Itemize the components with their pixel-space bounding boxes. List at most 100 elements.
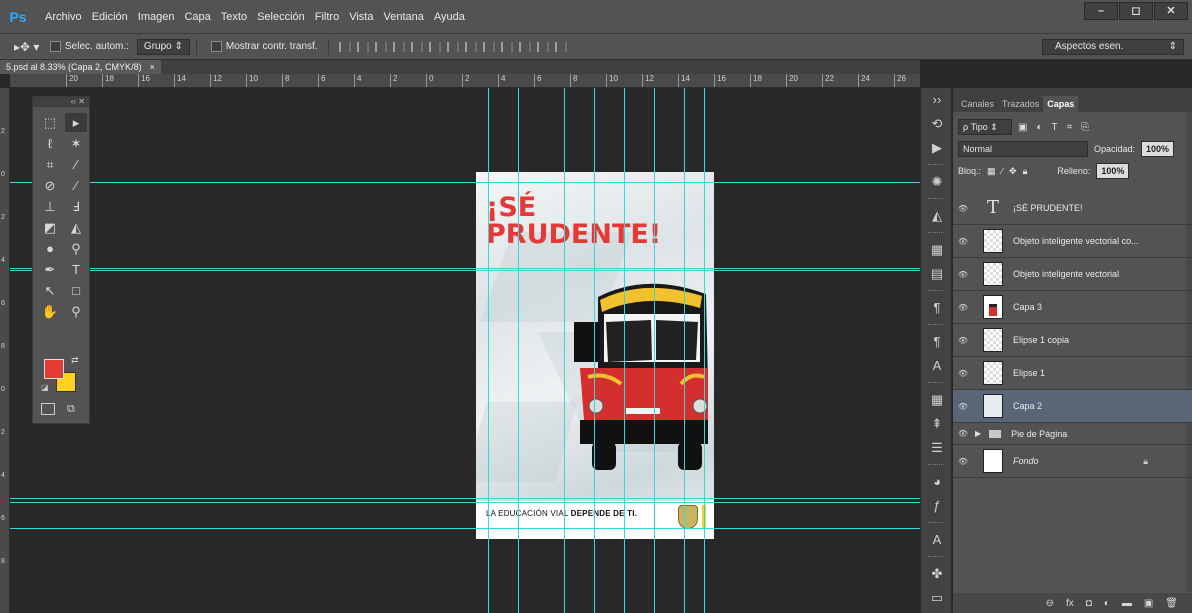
menu-capa[interactable]: Capa [179, 0, 215, 34]
hand-tool-icon[interactable]: ✋ [39, 302, 61, 321]
tab-canales[interactable]: Canales [957, 96, 998, 112]
vertical-guide[interactable] [684, 88, 685, 613]
rectangle-tool-icon[interactable]: □ [65, 281, 87, 300]
visibility-eye-icon[interactable]: 👁︎ [953, 237, 973, 246]
default-colors-icon[interactable]: ◪ [41, 383, 49, 392]
distribute-top-icon[interactable] [446, 41, 459, 52]
lock-transparent-icon[interactable]: ▦ [987, 166, 996, 177]
tools-panel-header[interactable]: ‹‹ ✕ [33, 97, 89, 107]
pen-tool-icon[interactable]: ✒ [39, 260, 61, 279]
menu-ventana[interactable]: Ventana [378, 0, 428, 34]
menu-vista[interactable]: Vista [344, 0, 378, 34]
vertical-guide[interactable] [704, 88, 705, 613]
layer-row[interactable]: 👁︎ Objeto inteligente vectorial [953, 258, 1192, 291]
timeline-panel-icon[interactable]: ▭ [921, 586, 953, 610]
horizontal-guide[interactable] [10, 268, 920, 269]
history-brush-tool-icon[interactable]: Ⅎ [65, 197, 87, 216]
layer-row[interactable]: 👁︎ Elipse 1 copia [953, 324, 1192, 357]
layer-row[interactable]: 👁︎ T ¡SÉ PRUDENTE! [953, 192, 1192, 225]
new-group-icon[interactable]: ▬ [1122, 598, 1132, 609]
layer-row[interactable]: 👁︎ Objeto inteligente vectorial co... [953, 225, 1192, 258]
close-button[interactable]: ✕ [1154, 2, 1188, 20]
layer-row[interactable]: 👁︎ Fondo 🔒︎ [953, 445, 1192, 478]
color-panel-icon[interactable]: ◕ [921, 470, 953, 494]
smart-object-filter-icon[interactable]: ⎘ [1081, 122, 1089, 133]
zoom-tool-icon[interactable]: ⚲ [65, 302, 87, 321]
move-tool-preset-icon[interactable]: ▸✥ ▾ [14, 40, 42, 54]
horizontal-guide[interactable] [10, 182, 920, 183]
vertical-guide[interactable] [624, 88, 625, 613]
auto-select-dropdown[interactable]: Grupo ⇕ [136, 38, 190, 55]
adjustment-filter-icon[interactable]: ◐ [1036, 122, 1042, 133]
properties-panel-icon[interactable]: ▦ [921, 238, 953, 262]
menu-imagen[interactable]: Imagen [133, 0, 180, 34]
menu-edicion[interactable]: Edición [87, 0, 133, 34]
document-tab[interactable]: 5.psd al 8.33% (Capa 2, CMYK/8) × [0, 60, 161, 74]
layer-row[interactable]: 👁︎ Capa 3 [953, 291, 1192, 324]
layer-filter-dropdown[interactable]: ρ Tipo ⇕ [958, 119, 1012, 135]
foreground-color-swatch[interactable] [44, 359, 64, 379]
magic-wand-tool-icon[interactable]: ✶ [65, 134, 87, 153]
blur-tool-icon[interactable]: ● [39, 239, 61, 258]
crop-tool-icon[interactable]: ⌗ [39, 155, 61, 174]
paragraph-panel-icon[interactable]: ¶ [921, 296, 953, 320]
vertical-guide[interactable] [518, 88, 519, 613]
align-left-icon[interactable] [392, 41, 405, 52]
styles-panel-icon[interactable]: ƒ [921, 494, 953, 518]
align-vcenter-icon[interactable] [356, 41, 369, 52]
brush-tool-icon[interactable]: ∕ [65, 176, 87, 195]
type-filter-icon[interactable]: T [1052, 122, 1058, 133]
minimize-button[interactable]: – [1084, 2, 1118, 20]
layer-mask-icon[interactable]: ◘ [1086, 598, 1092, 609]
vertical-guide[interactable] [654, 88, 655, 613]
horizontal-guide[interactable] [10, 270, 920, 271]
menu-seleccion[interactable]: Selección [252, 0, 310, 34]
type-tool-icon[interactable]: T [65, 260, 87, 279]
history-panel-icon[interactable]: ⟲ [921, 112, 953, 136]
distribute-left-icon[interactable] [500, 41, 513, 52]
lock-all-icon[interactable]: 🔒︎ [1023, 166, 1028, 177]
adjustments-panel-icon[interactable]: ◭ [921, 204, 953, 228]
collapse-dock-icon[interactable]: ›› [921, 88, 953, 112]
menu-filtro[interactable]: Filtro [310, 0, 344, 34]
paint-bucket-tool-icon[interactable]: ◭ [65, 218, 87, 237]
move-tool-icon[interactable]: ▸ [65, 113, 87, 132]
eraser-tool-icon[interactable]: ◩ [39, 218, 61, 237]
layer-row-selected[interactable]: 👁︎ Capa 2 [953, 390, 1192, 423]
align-right-icon[interactable] [428, 41, 441, 52]
screen-mode-icon[interactable]: ⧉ [67, 403, 75, 416]
visibility-eye-icon[interactable]: 👁︎ [953, 457, 973, 466]
eyedropper-tool-icon[interactable]: ⁄ [65, 155, 87, 174]
restore-button[interactable]: ◻ [1119, 2, 1153, 20]
link-layers-icon[interactable]: ⊖ [1046, 598, 1054, 609]
character-styles-icon[interactable]: A [921, 354, 953, 378]
visibility-eye-icon[interactable]: 👁︎ [953, 303, 973, 312]
tab-trazados[interactable]: Trazados [998, 96, 1043, 112]
paragraph-styles-icon[interactable]: ¶ [921, 330, 953, 354]
layer-style-icon[interactable]: fx [1066, 598, 1074, 609]
tab-capas[interactable]: Capas [1043, 96, 1079, 112]
lock-pixels-icon[interactable]: ∕ [1002, 166, 1004, 176]
marquee-tool-icon[interactable]: ⬚ [39, 113, 61, 132]
auto-align-icon[interactable] [554, 41, 567, 52]
close-tab-icon[interactable]: × [150, 60, 155, 74]
visibility-eye-icon[interactable]: 👁︎ [953, 369, 973, 378]
visibility-eye-icon[interactable]: 👁︎ [953, 204, 973, 213]
expand-triangle-icon[interactable]: ▶ [975, 429, 981, 438]
canvas-area[interactable]: ¡SÉ PRUDENTE! LA EDUCACIÓN VIAL DEPENDE … [10, 88, 920, 613]
vertical-guide[interactable] [488, 88, 489, 613]
distribute-hcenter-icon[interactable] [518, 41, 531, 52]
fill-field[interactable]: 100% [1096, 163, 1130, 179]
distribute-vcenter-icon[interactable] [464, 41, 477, 52]
lasso-tool-icon[interactable]: ℓ [39, 134, 61, 153]
3d-panel-icon[interactable]: ✤ [921, 562, 953, 586]
align-top-icon[interactable] [338, 41, 351, 52]
horizontal-ruler[interactable]: 2018161412108642024681012141618202224262… [10, 74, 920, 88]
layer-group-row[interactable]: 👁︎ ▶ Pie de Página [953, 423, 1192, 445]
new-layer-icon[interactable]: ▣ [1144, 598, 1153, 609]
info-panel-icon[interactable]: ▤ [921, 262, 953, 286]
brush-presets-icon[interactable]: ✺ [921, 170, 953, 194]
pixel-filter-icon[interactable]: ▣ [1018, 122, 1027, 133]
menu-ayuda[interactable]: Ayuda [429, 0, 470, 34]
visibility-eye-icon[interactable]: 👁︎ [953, 336, 973, 345]
